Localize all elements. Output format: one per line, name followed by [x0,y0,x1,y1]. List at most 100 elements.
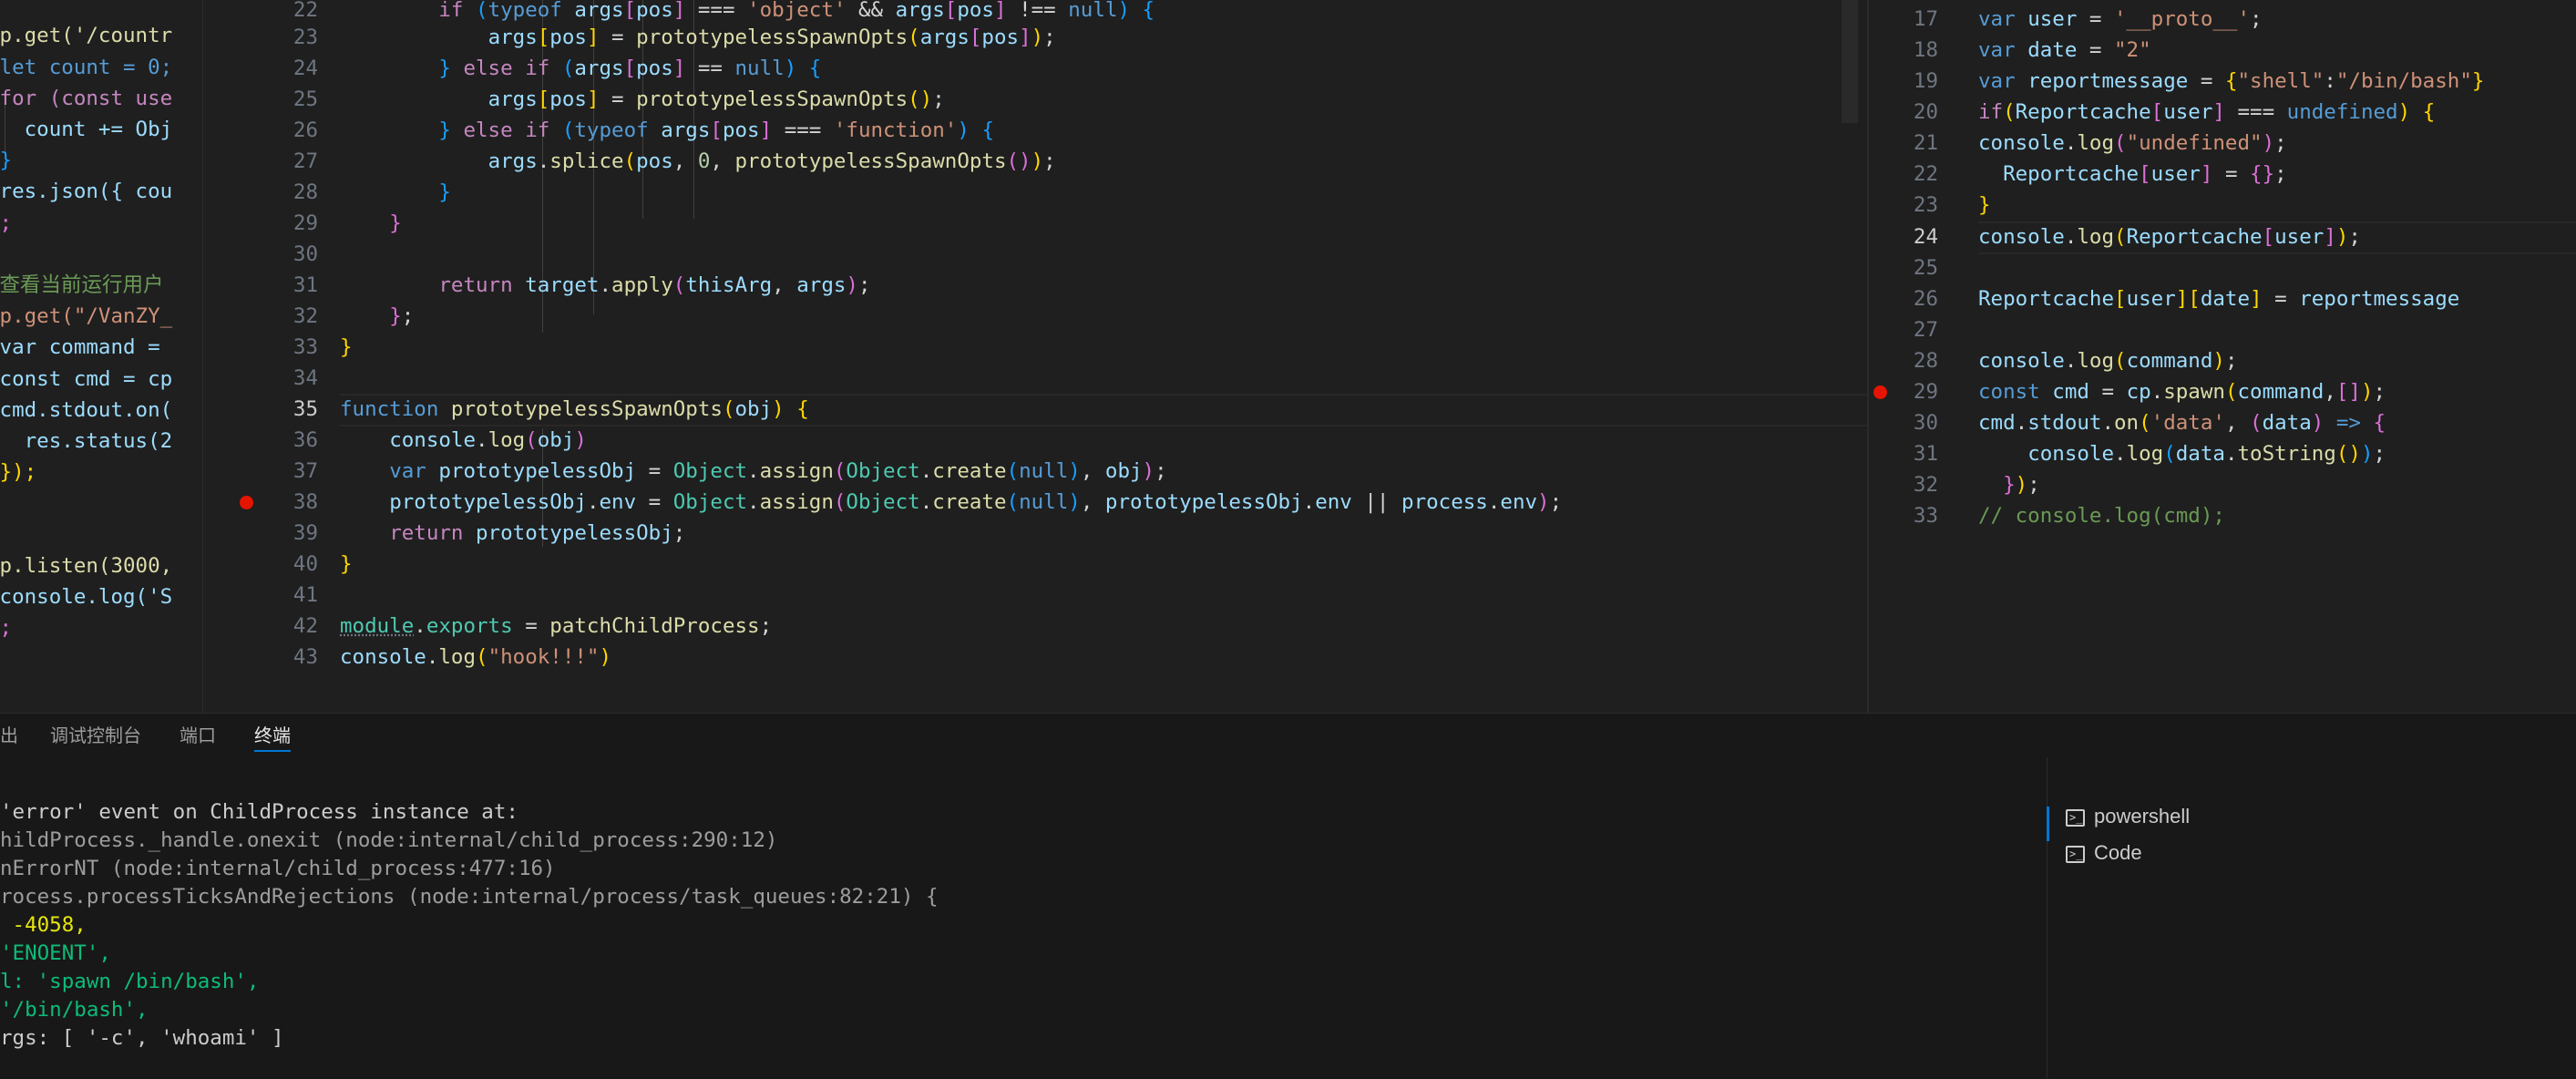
tab-debug-console[interactable]: 调试控制台 [50,714,141,757]
line-number: 17 [1913,7,1938,31]
code-line: 35 function prototypelessSpawnOpts(obj) … [203,394,1868,425]
line-number: 34 [292,366,318,390]
line-number: 33 [1913,504,1938,528]
line-number: 39 [292,521,318,545]
line-number: 33 [292,335,318,359]
terminal-item-label: powershell [2094,805,2191,827]
code-line: 29 const cmd = cp.spawn(command,[]); [1869,376,2576,407]
code-line: 32 }; [203,301,1868,332]
terminal-icon: >_ [2066,845,2085,863]
active-terminal-indicator [2047,807,2049,841]
code-line: for (const use [0,83,202,114]
code-text: count += Obj [0,118,173,141]
line-number: 31 [1913,442,1938,466]
code-line: 39 return prototypelessObj; [203,518,1868,549]
tab-output[interactable]: 出 [0,714,18,757]
code-line: const cmd = cp [0,364,202,395]
code-line: 33 // console.log(cmd); [1869,500,2576,531]
code-line: 19 var reportmessage = {"shell":"/bin/ba… [1869,66,2576,97]
line-number: 31 [292,273,318,297]
line-number: 21 [1913,131,1938,155]
line-number: 29 [1913,380,1938,404]
line-number: 30 [292,242,318,266]
line-number: 30 [1913,411,1938,435]
line-number: 32 [292,304,318,328]
terminal-line: hildProcess._handle.onexit (node:interna… [0,828,778,852]
terminal-line: nErrorNT (node:internal/child_process:47… [0,857,556,880]
code-line: 25 args[pos] = prototypelessSpawnOpts(); [203,84,1868,115]
code-text: ); [0,211,13,235]
code-text: cmd.stdout.on( [0,398,173,422]
code-text: }); [0,460,37,484]
line-number: 27 [292,149,318,173]
code-text: var command = [0,335,173,359]
code-line: 28 } [203,177,1868,208]
code-line: console.log('S [0,581,202,612]
code-line: 28 console.log(command); [1869,345,2576,376]
line-number: 22 [1913,162,1938,186]
tab-terminal[interactable]: 终端 [254,714,291,757]
code-text: for (const use [0,87,173,110]
code-line: res.status(2 [0,426,202,457]
line-number: 28 [292,180,318,204]
code-line: /查看当前运行用户 [0,270,202,301]
line-number: 43 [292,645,318,669]
line-number: 24 [1913,225,1938,249]
line-number: 28 [1913,349,1938,373]
code-line: 29 } [203,208,1868,239]
code-line: res.json({ cou [0,176,202,207]
line-number: 26 [292,118,318,142]
terminal-line: 'ENOENT', [0,941,111,965]
tab-ports[interactable]: 端口 [180,714,216,757]
code-text: res.status(2 [0,429,173,453]
line-number: 35 [292,397,318,421]
code-line: 17 var user = '__proto__'; [1869,4,2576,35]
editor-left[interactable]: pp.get('/countr let count = 0; for (cons… [0,0,202,713]
code-line: 23 args[pos] = prototypelessSpawnOpts(ar… [203,22,1868,53]
editor-main[interactable]: 22 if (typeof args[pos] === 'object' && … [202,0,1868,713]
code-line: 27 args.splice(pos, 0, prototypelessSpaw… [203,146,1868,177]
code-line: pp.get("/VanZY_ [0,301,202,332]
code-text: let count = 0; [0,56,173,79]
line-number: 24 [292,57,318,80]
code-line: 30 cmd.stdout.on('data', (data) => { [1869,407,2576,438]
code-text: ); [0,616,13,640]
line-number: 23 [1913,193,1938,217]
code-text: } [0,149,13,172]
terminal-line: rgs: [ '-c', 'whoami' ] [0,1026,284,1050]
code-line: 42 module.exports = patchChildProcess; [203,611,1868,642]
code-line: 31 return target.apply(thisArg, args); [203,270,1868,301]
line-number: 25 [1913,256,1938,280]
code-line: 32 }); [1869,469,2576,500]
terminal-item-label: Code [2094,841,2142,864]
code-line: count += Obj [0,114,202,145]
line-number: 32 [1913,473,1938,497]
code-line: cmd.stdout.on( [0,395,202,426]
code-text: res.json({ cou [0,180,173,203]
code-line: 40 } [203,549,1868,580]
line-number: 18 [1913,38,1938,62]
code-line: 18 var date = "2" [1869,35,2576,66]
code-line: var command = [0,332,202,363]
code-line: }); [0,457,202,488]
line-number: 42 [292,614,318,638]
code-line: 24 } else if (args[pos] == null) { [203,53,1868,84]
line-number: 29 [292,211,318,235]
editor-right[interactable]: 17 var user = '__proto__'; 18 var date =… [1867,0,2576,713]
terminal-line: rocess.processTicksAndRejections (node:i… [0,885,939,909]
code-line: 24 console.log(Reportcache[user]); [1869,221,2576,252]
line-number: 40 [292,552,318,576]
code-line: } [0,145,202,176]
code-line: pp.get('/countr [0,20,202,51]
code-line: 26 Reportcache[user][date] = reportmessa… [1869,283,2576,314]
terminal-line: 'error' event on ChildProcess instance a… [0,800,518,824]
terminal-item-code[interactable]: >_ Code [2066,836,2142,870]
terminal-icon: >_ [2066,808,2085,827]
code-text: /查看当前运行用户 [0,273,164,297]
code-line: 21 console.log("undefined"); [1869,128,2576,159]
code-line: 30 [203,239,1868,270]
code-line: 34 [203,363,1868,394]
code-line: 27 [1869,314,2576,345]
code-line: ); [0,612,202,643]
terminal-item-powershell[interactable]: >_ powershell [2066,799,2190,834]
